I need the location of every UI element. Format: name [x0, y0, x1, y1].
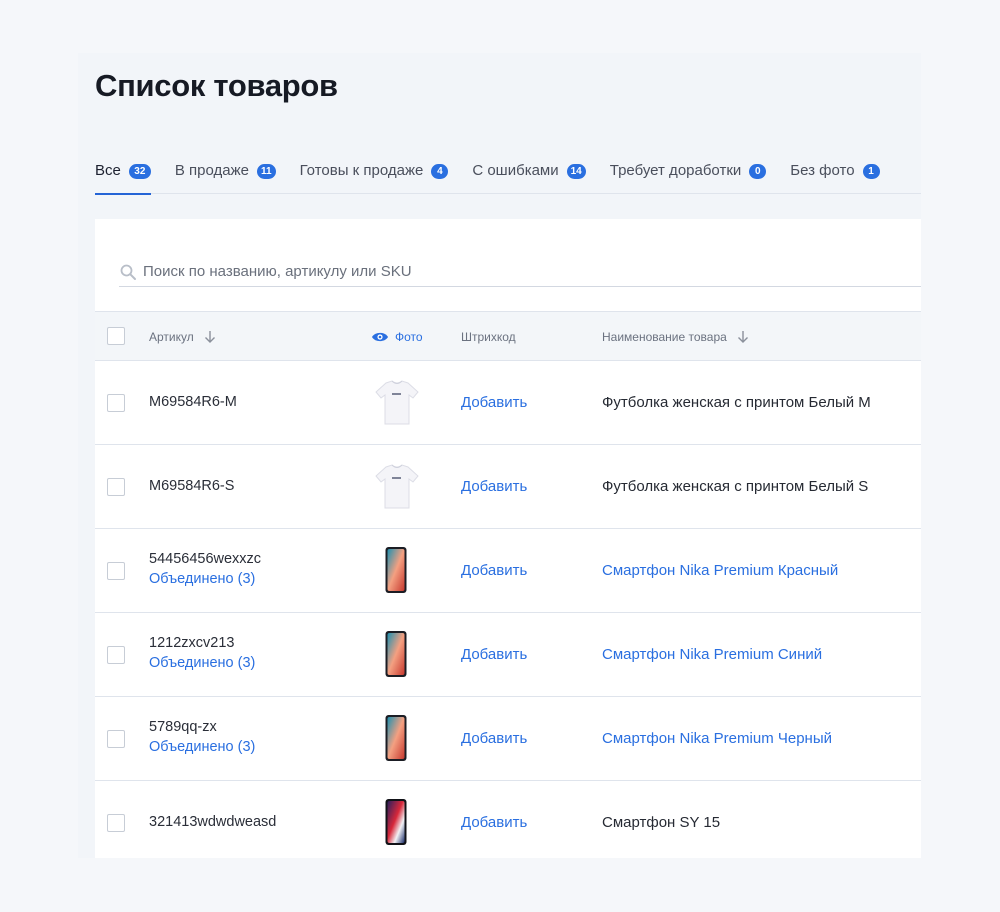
- search-bar: [119, 257, 921, 287]
- tab-count-badge: 1: [862, 164, 880, 179]
- product-table-card: Артикул Фото Штрихкод Наименование товар…: [95, 219, 921, 858]
- sku-text: 321413wdwdweasd: [149, 814, 277, 830]
- tab-label: Без фото: [790, 162, 855, 179]
- column-header-barcode: Штрихкод: [461, 312, 516, 362]
- tab-label: Все: [95, 162, 121, 179]
- column-header-photo[interactable]: Фото: [371, 312, 423, 362]
- row-checkbox[interactable]: [107, 478, 125, 496]
- product-name-link[interactable]: Смартфон Nika Premium Черный: [602, 730, 832, 747]
- merged-link[interactable]: Объединено (3): [149, 739, 255, 755]
- table-row: 1212zxcv213 Объединено (3) Добавить Смар…: [95, 613, 921, 697]
- tab-on-sale[interactable]: В продаже 11: [175, 161, 276, 194]
- search-input[interactable]: [143, 263, 843, 280]
- search-icon: [120, 264, 136, 280]
- product-name: Смартфон SY 15: [602, 814, 721, 831]
- sku-text: 5789qq-zx: [149, 719, 217, 735]
- phone-thumbnail[interactable]: [369, 629, 425, 681]
- sort-arrow-down-icon: [204, 331, 215, 343]
- status-tabs: Все 32 В продаже 11 Готовы к продаже 4 С…: [95, 161, 921, 195]
- add-barcode-link[interactable]: Добавить: [461, 814, 527, 831]
- select-all-checkbox[interactable]: [107, 327, 125, 345]
- table-row: 5789qq-zx Объединено (3) Добавить Смартф…: [95, 697, 921, 781]
- phone-thumbnail[interactable]: [369, 797, 425, 849]
- row-checkbox[interactable]: [107, 814, 125, 832]
- tab-count-badge: 11: [256, 164, 276, 179]
- tab-all[interactable]: Все 32: [95, 161, 151, 195]
- page-title: Список товаров: [95, 68, 338, 103]
- product-name-link[interactable]: Смартфон Nika Premium Красный: [602, 562, 838, 579]
- phone-thumbnail[interactable]: [369, 713, 425, 765]
- row-checkbox[interactable]: [107, 646, 125, 664]
- sku-text: 54456456wexxzc: [149, 551, 262, 567]
- merged-link[interactable]: Объединено (3): [149, 655, 255, 671]
- tab-with-errors[interactable]: С ошибками 14: [472, 161, 586, 194]
- merged-link[interactable]: Объединено (3): [149, 571, 255, 587]
- tab-count-badge: 32: [128, 164, 151, 179]
- tab-needs-rework[interactable]: Требует доработки 0: [610, 161, 767, 194]
- product-list-panel: Список товаров Все 32 В продаже 11 Готов…: [78, 53, 921, 858]
- table-header: Артикул Фото Штрихкод Наименование товар…: [95, 311, 921, 361]
- column-label: Наименование товара: [602, 330, 727, 344]
- sku-text: M69584R6-M: [149, 394, 237, 410]
- product-name-link[interactable]: Смартфон Nika Premium Синий: [602, 646, 822, 663]
- tab-label: С ошибками: [472, 162, 559, 179]
- table-row: 321413wdwdweasd Добавить Смартфон SY 15: [95, 781, 921, 858]
- sku-text: 1212zxcv213: [149, 635, 235, 651]
- tab-label: В продаже: [174, 162, 249, 179]
- tab-count-badge: 0: [749, 164, 767, 179]
- tab-label: Требует доработки: [609, 162, 742, 179]
- row-checkbox[interactable]: [107, 394, 125, 412]
- sort-arrow-down-icon: [737, 331, 748, 343]
- add-barcode-link[interactable]: Добавить: [461, 730, 527, 747]
- column-header-sku[interactable]: Артикул: [149, 312, 216, 362]
- column-label: Фото: [395, 330, 423, 344]
- tab-count-badge: 4: [431, 164, 449, 179]
- tab-count-badge: 14: [566, 164, 586, 179]
- table-row: M69584R6-M Добавить Футболка женская с п…: [95, 361, 921, 445]
- add-barcode-link[interactable]: Добавить: [461, 394, 527, 411]
- eye-icon: [372, 332, 388, 342]
- tab-no-photo[interactable]: Без фото 1: [790, 161, 880, 194]
- add-barcode-link[interactable]: Добавить: [461, 646, 527, 663]
- sku-text: M69584R6-S: [149, 478, 235, 494]
- tshirt-thumbnail[interactable]: [369, 461, 425, 513]
- product-name: Футболка женская с принтом Белый M: [602, 394, 871, 411]
- tab-ready-for-sale[interactable]: Готовы к продаже 4: [300, 161, 449, 194]
- column-label: Штрихкод: [461, 330, 516, 344]
- column-label: Артикул: [149, 330, 194, 344]
- phone-thumbnail[interactable]: [369, 545, 425, 597]
- tshirt-thumbnail[interactable]: [369, 377, 425, 429]
- add-barcode-link[interactable]: Добавить: [461, 478, 527, 495]
- tab-label: Готовы к продаже: [299, 162, 424, 179]
- row-checkbox[interactable]: [107, 562, 125, 580]
- table-row: M69584R6-S Добавить Футболка женская с п…: [95, 445, 921, 529]
- table-row: 54456456wexxzc Объединено (3) Добавить С…: [95, 529, 921, 613]
- add-barcode-link[interactable]: Добавить: [461, 562, 527, 579]
- product-name: Футболка женская с принтом Белый S: [602, 478, 869, 495]
- row-checkbox[interactable]: [107, 730, 125, 748]
- column-header-name[interactable]: Наименование товара: [602, 312, 749, 362]
